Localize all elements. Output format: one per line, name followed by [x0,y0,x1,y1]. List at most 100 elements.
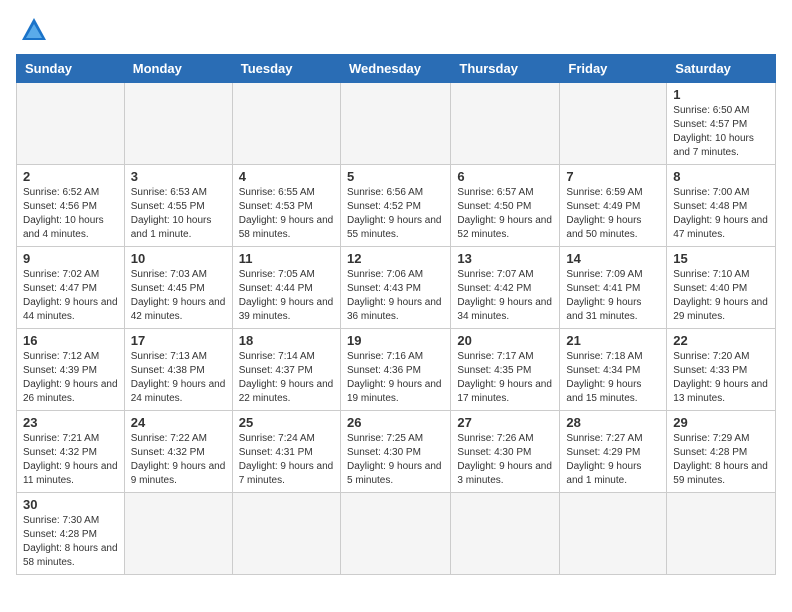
day-number: 14 [566,251,660,266]
calendar-day-cell [17,83,125,165]
calendar-day-cell [124,493,232,575]
day-number: 29 [673,415,769,430]
day-number: 24 [131,415,226,430]
calendar-day-cell: 16Sunrise: 7:12 AM Sunset: 4:39 PM Dayli… [17,329,125,411]
calendar-day-header: Monday [124,55,232,83]
calendar-day-cell [560,83,667,165]
calendar-day-cell: 3Sunrise: 6:53 AM Sunset: 4:55 PM Daylig… [124,165,232,247]
day-number: 28 [566,415,660,430]
day-number: 4 [239,169,334,184]
calendar-day-cell: 1Sunrise: 6:50 AM Sunset: 4:57 PM Daylig… [667,83,776,165]
day-number: 5 [347,169,444,184]
calendar-day-cell: 21 Sunrise: 7:18 AM Sunset: 4:34 PM Dayli… [560,329,667,411]
calendar-day-cell [124,83,232,165]
day-info: Sunrise: 7:06 AM Sunset: 4:43 PM Dayligh… [347,268,444,324]
calendar-week-row: 16Sunrise: 7:12 AM Sunset: 4:39 PM Dayli… [17,329,776,411]
calendar-week-row: 2 Sunrise: 6:52 AM Sunset: 4:56 PM Daylig… [17,165,776,247]
day-info: Sunrise: 7:20 AM Sunset: 4:33 PM Dayligh… [673,350,769,406]
calendar-day-cell: 22 Sunrise: 7:20 AM Sunset: 4:33 PM Dayli… [667,329,776,411]
calendar-day-cell: 23 Sunrise: 7:21 AM Sunset: 4:32 PM Dayli… [17,411,125,493]
day-info: Sunrise: 7:03 AM Sunset: 4:45 PM Dayligh… [131,268,226,324]
day-number: 6 [457,169,553,184]
day-info: Sunrise: 6:57 AM Sunset: 4:50 PM Dayligh… [457,186,553,242]
calendar-day-cell: 19 Sunrise: 7:16 AM Sunset: 4:36 PM Dayli… [340,329,450,411]
day-number: 3 [131,169,226,184]
day-number: 26 [347,415,444,430]
calendar-day-cell [451,493,560,575]
calendar-day-cell: 5Sunrise: 6:56 AM Sunset: 4:52 PM Daylig… [340,165,450,247]
day-number: 16 [23,333,118,348]
calendar-day-header: Thursday [451,55,560,83]
day-number: 1 [673,87,769,102]
calendar-day-cell: 30 Sunrise: 7:30 AM Sunset: 4:28 PM Dayli… [17,493,125,575]
day-info: Sunrise: 7:07 AM Sunset: 4:42 PM Dayligh… [457,268,553,324]
calendar-day-cell [340,83,450,165]
logo-icon [20,16,48,44]
day-number: 19 [347,333,444,348]
day-info: Sunrise: 7:29 AM Sunset: 4:28 PM Dayligh… [673,432,769,488]
calendar-day-cell: 20 Sunrise: 7:17 AM Sunset: 4:35 PM Dayli… [451,329,560,411]
calendar-week-row: 9Sunrise: 7:02 AM Sunset: 4:47 PM Daylig… [17,247,776,329]
day-number: 23 [23,415,118,430]
day-info: Sunrise: 7:21 AM Sunset: 4:32 PM Dayligh… [23,432,118,488]
calendar-day-cell [340,493,450,575]
calendar-day-cell: 7 Sunrise: 6:59 AM Sunset: 4:49 PM Daylig… [560,165,667,247]
calendar-day-cell [451,83,560,165]
calendar-day-cell: 11Sunrise: 7:05 AM Sunset: 4:44 PM Dayli… [232,247,340,329]
calendar-day-cell: 8Sunrise: 7:00 AM Sunset: 4:48 PM Daylig… [667,165,776,247]
calendar-day-cell: 25 Sunrise: 7:24 AM Sunset: 4:31 PM Dayli… [232,411,340,493]
day-number: 21 [566,333,660,348]
day-info: Sunrise: 7:17 AM Sunset: 4:35 PM Dayligh… [457,350,553,406]
calendar-day-cell: 26Sunrise: 7:25 AM Sunset: 4:30 PM Dayli… [340,411,450,493]
day-number: 12 [347,251,444,266]
day-number: 7 [566,169,660,184]
calendar-day-header: Tuesday [232,55,340,83]
calendar-day-header: Sunday [17,55,125,83]
calendar-table: SundayMondayTuesdayWednesdayThursdayFrid… [16,54,776,575]
calendar-day-cell: 14Sunrise: 7:09 AM Sunset: 4:41 PM Dayli… [560,247,667,329]
day-info: Sunrise: 7:14 AM Sunset: 4:37 PM Dayligh… [239,350,334,406]
calendar-day-cell: 27Sunrise: 7:26 AM Sunset: 4:30 PM Dayli… [451,411,560,493]
calendar-week-row: 30 Sunrise: 7:30 AM Sunset: 4:28 PM Dayli… [17,493,776,575]
day-info: Sunrise: 7:00 AM Sunset: 4:48 PM Dayligh… [673,186,769,242]
calendar-day-cell: 24 Sunrise: 7:22 AM Sunset: 4:32 PM Dayli… [124,411,232,493]
day-info: Sunrise: 6:52 AM Sunset: 4:56 PM Dayligh… [23,186,118,242]
day-info: Sunrise: 7:16 AM Sunset: 4:36 PM Dayligh… [347,350,444,406]
day-info: Sunrise: 7:18 AM Sunset: 4:34 PM Dayligh… [566,350,660,406]
day-number: 30 [23,497,118,512]
day-number: 20 [457,333,553,348]
day-number: 25 [239,415,334,430]
day-info: Sunrise: 7:30 AM Sunset: 4:28 PM Dayligh… [23,514,118,570]
calendar-day-header: Friday [560,55,667,83]
calendar-week-row: 23 Sunrise: 7:21 AM Sunset: 4:32 PM Dayli… [17,411,776,493]
calendar-day-cell: 4 Sunrise: 6:55 AM Sunset: 4:53 PM Daylig… [232,165,340,247]
calendar-day-cell: 15Sunrise: 7:10 AM Sunset: 4:40 PM Dayli… [667,247,776,329]
day-info: Sunrise: 7:13 AM Sunset: 4:38 PM Dayligh… [131,350,226,406]
day-info: Sunrise: 7:02 AM Sunset: 4:47 PM Dayligh… [23,268,118,324]
day-number: 2 [23,169,118,184]
calendar-day-cell: 28 Sunrise: 7:27 AM Sunset: 4:29 PM Dayli… [560,411,667,493]
calendar-day-header: Wednesday [340,55,450,83]
day-number: 17 [131,333,226,348]
day-info: Sunrise: 7:22 AM Sunset: 4:32 PM Dayligh… [131,432,226,488]
calendar-day-cell: 29 Sunrise: 7:29 AM Sunset: 4:28 PM Dayli… [667,411,776,493]
calendar-day-cell [560,493,667,575]
day-number: 13 [457,251,553,266]
day-number: 18 [239,333,334,348]
page-header [16,16,776,44]
calendar-day-cell: 12 Sunrise: 7:06 AM Sunset: 4:43 PM Dayli… [340,247,450,329]
calendar-day-cell: 2 Sunrise: 6:52 AM Sunset: 4:56 PM Daylig… [17,165,125,247]
day-info: Sunrise: 6:59 AM Sunset: 4:49 PM Dayligh… [566,186,660,242]
day-info: Sunrise: 7:24 AM Sunset: 4:31 PM Dayligh… [239,432,334,488]
calendar-day-cell: 17 Sunrise: 7:13 AM Sunset: 4:38 PM Dayli… [124,329,232,411]
day-number: 27 [457,415,553,430]
day-info: Sunrise: 7:05 AM Sunset: 4:44 PM Dayligh… [239,268,334,324]
calendar-day-cell: 9Sunrise: 7:02 AM Sunset: 4:47 PM Daylig… [17,247,125,329]
calendar-day-cell [667,493,776,575]
day-info: Sunrise: 6:55 AM Sunset: 4:53 PM Dayligh… [239,186,334,242]
day-info: Sunrise: 7:27 AM Sunset: 4:29 PM Dayligh… [566,432,660,488]
day-info: Sunrise: 7:10 AM Sunset: 4:40 PM Dayligh… [673,268,769,324]
logo [16,16,48,44]
day-number: 22 [673,333,769,348]
day-number: 10 [131,251,226,266]
